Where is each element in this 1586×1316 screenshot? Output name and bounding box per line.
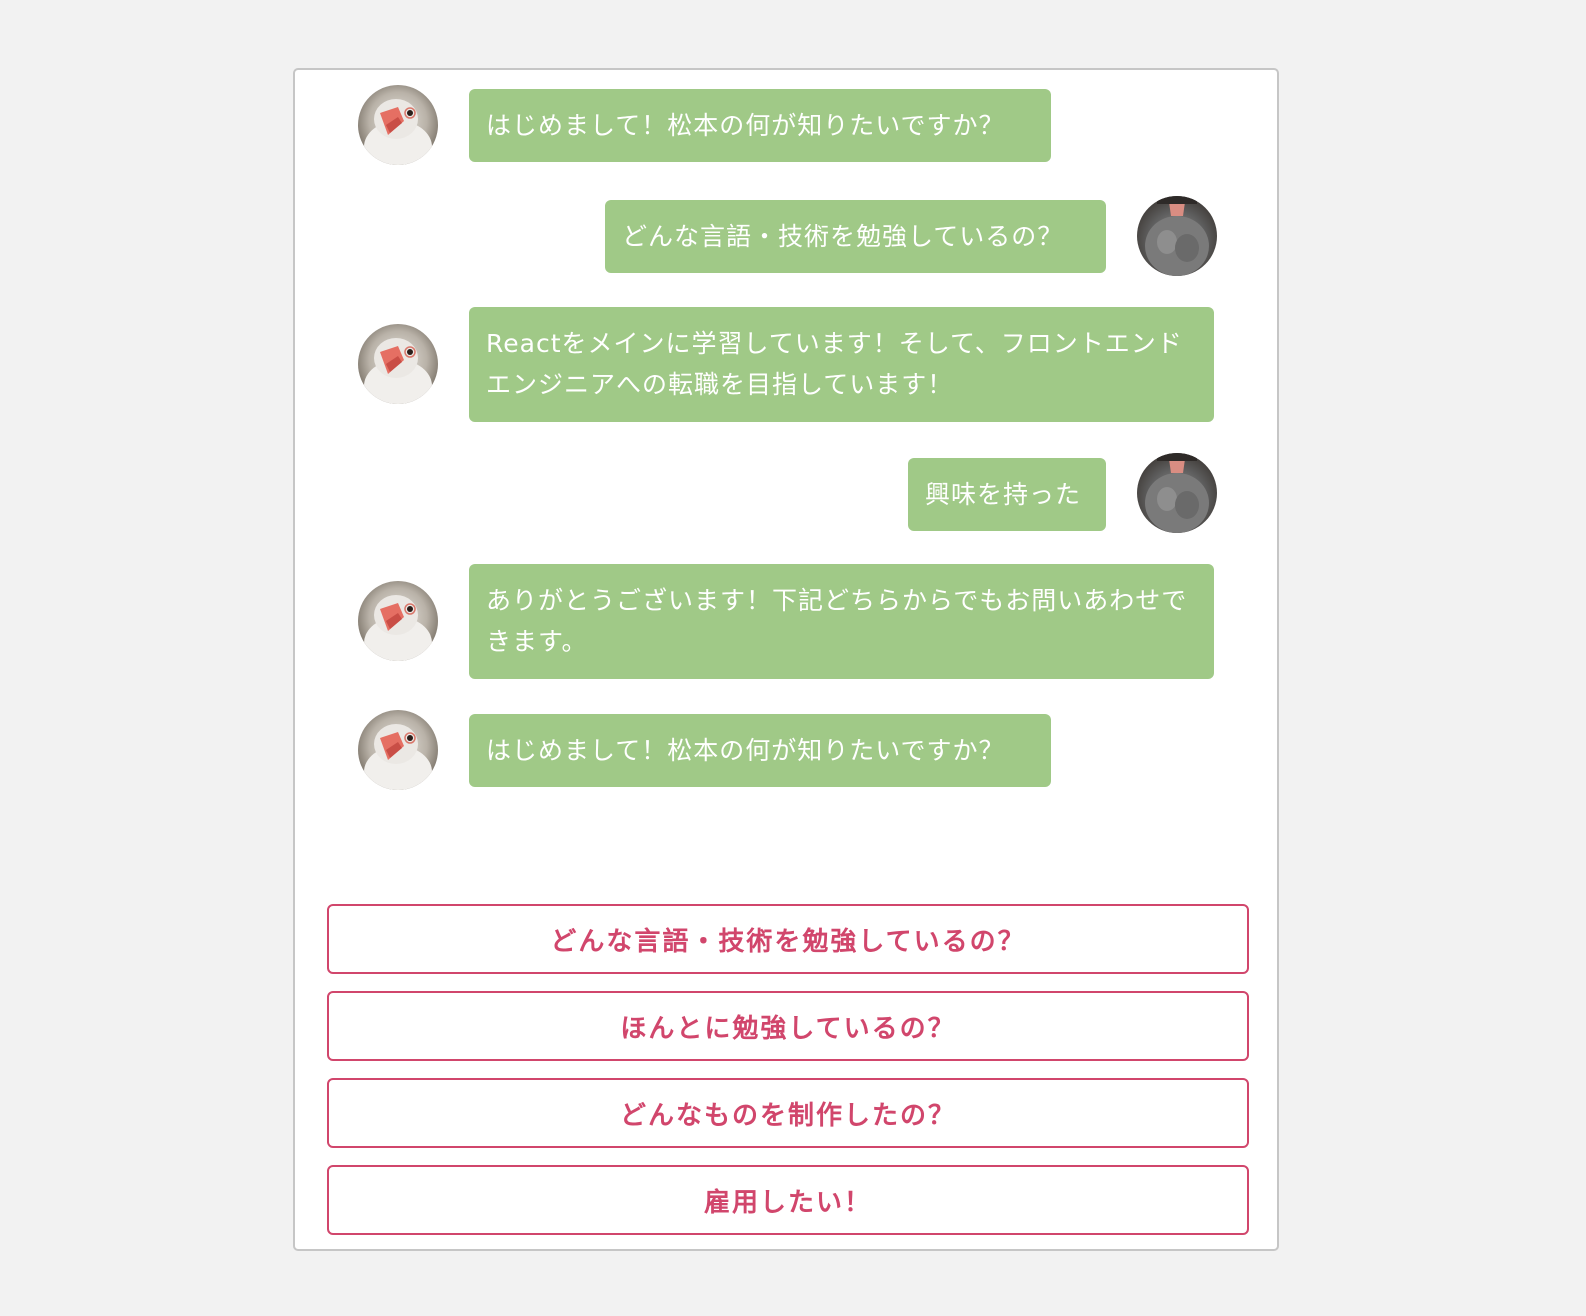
message-bubble: 興味を持った <box>908 458 1106 531</box>
user-bird-avatar-icon <box>1137 196 1217 276</box>
message-bubble: どんな言語・技術を勉強しているの？ <box>605 200 1106 273</box>
choice-button-languages[interactable]: どんな言語・技術を勉強しているの？ <box>327 904 1249 974</box>
choice-button-really-studying[interactable]: ほんとに勉強しているの？ <box>327 991 1249 1061</box>
bird-avatar-icon <box>358 710 438 790</box>
chat-window: はじめまして！松本の何が知りたいですか？ どんな言語・技術を勉強しているの？ R… <box>293 68 1279 1251</box>
bird-avatar-icon <box>358 324 438 404</box>
message-bubble: はじめまして！松本の何が知りたいですか？ <box>469 89 1051 162</box>
bird-avatar-icon <box>358 85 438 165</box>
bird-avatar-icon <box>358 581 438 661</box>
message-bubble: はじめまして！松本の何が知りたいですか？ <box>469 714 1051 787</box>
message-bubble: Reactをメインに学習しています！そして、フロントエンドエンジニアへの転職を目… <box>469 307 1214 422</box>
user-bird-avatar-icon <box>1137 453 1217 533</box>
choice-button-works[interactable]: どんなものを制作したの？ <box>327 1078 1249 1148</box>
message-bubble: ありがとうございます！下記どちらからでもお問いあわせできます。 <box>469 564 1214 679</box>
choice-button-hire[interactable]: 雇用したい！ <box>327 1165 1249 1235</box>
